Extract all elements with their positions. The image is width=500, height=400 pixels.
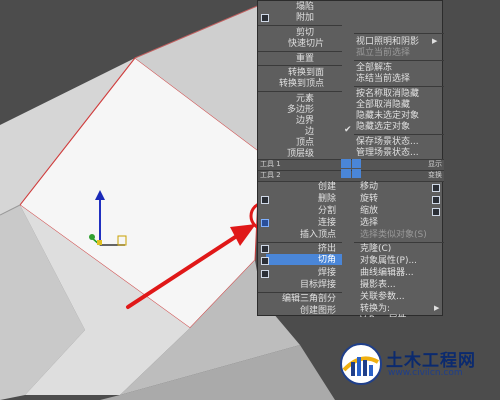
civilcn-logo-icon <box>340 343 382 385</box>
settings-box-icon[interactable] <box>261 245 269 253</box>
settings-box-icon[interactable] <box>261 270 269 278</box>
menu-item-hide-selection[interactable]: 隐藏选定对象 <box>356 121 410 133</box>
menu-separator <box>258 25 342 26</box>
menu-item-convert-to-vertex[interactable]: 转换到顶点 <box>279 78 324 90</box>
menu-separator <box>354 86 444 87</box>
menu-separator <box>258 51 342 52</box>
menu-item-freeze-selection[interactable]: 冻结当前选择 <box>356 73 410 85</box>
submenu-arrow-icon: ▶ <box>434 304 440 312</box>
menu-separator <box>258 91 342 92</box>
quad-title-tools2: 工具 2 <box>260 171 281 179</box>
logo-url: www.civilcn.com <box>388 368 463 378</box>
menu-item-divide[interactable]: 分割 <box>318 205 336 217</box>
quad-top-left: 塌陷 附加 剪切 快速切片 重置 转换到面 转换到顶点 元素 多边形 边界 边 … <box>258 1 352 159</box>
menu-separator <box>354 33 444 34</box>
menu-item-scale[interactable]: 缩放 <box>360 205 378 217</box>
quad-bottom-right: 移动 旋转 缩放 选择 选择类似对象(S) 克隆(C) 对象属性(P)... 曲… <box>354 181 444 317</box>
viewport[interactable]: 塌陷 附加 剪切 快速切片 重置 转换到面 转换到顶点 元素 多边形 边界 边 … <box>0 0 500 400</box>
menu-item-object-properties[interactable]: 对象属性(P)... <box>360 255 417 267</box>
quad-title-display: 显示 <box>428 160 442 168</box>
checkmark-icon: ✔ <box>344 125 352 135</box>
menu-item-clone[interactable]: 克隆(C) <box>360 243 391 255</box>
menu-item-weld[interactable]: 焊接 <box>318 267 336 279</box>
menu-item-move[interactable]: 移动 <box>360 181 378 193</box>
menu-item-create-shape[interactable]: 创建图形 <box>300 305 336 317</box>
menu-separator <box>258 65 342 66</box>
quad-center-selector[interactable] <box>341 169 351 178</box>
menu-item-quickslice[interactable]: 快速切片 <box>288 38 324 50</box>
menu-item-reset[interactable]: 重置 <box>296 53 314 65</box>
menu-item-rotate[interactable]: 旋转 <box>360 193 378 205</box>
menu-item-target-weld[interactable]: 目标焊接 <box>300 279 336 291</box>
quad-menu[interactable]: 塌陷 附加 剪切 快速切片 重置 转换到面 转换到顶点 元素 多边形 边界 边 … <box>257 0 444 317</box>
menu-item-attach[interactable]: 附加 <box>296 12 314 24</box>
watermark-logo: 土木工程网 www.civilcn.com <box>338 342 492 386</box>
quad-top-right: 视口照明和阴影 ▶ 孤立当前选择 全部解冻 冻结当前选择 按名称取消隐藏 全部取… <box>354 1 444 159</box>
menu-item-select-similar[interactable]: 选择类似对象(S) <box>360 229 427 241</box>
menu-item-dope-sheet[interactable]: 摄影表... <box>360 279 396 291</box>
menu-item-connect[interactable]: 连接 <box>318 217 336 229</box>
menu-item-delete[interactable]: 删除 <box>318 193 336 205</box>
menu-item-curve-editor[interactable]: 曲线编辑器... <box>360 267 414 279</box>
settings-box-icon[interactable] <box>261 14 269 22</box>
quad-center-selector[interactable] <box>341 159 351 168</box>
submenu-arrow-icon: ▶ <box>432 37 438 45</box>
quad-title-transform: 变换 <box>428 171 442 179</box>
menu-item-isolate-selection[interactable]: 孤立当前选择 <box>356 47 410 59</box>
settings-box-icon[interactable] <box>432 184 440 192</box>
menu-item-vray-properties[interactable]: V-Ray 属性 <box>360 314 407 317</box>
menu-separator <box>354 134 444 135</box>
connect-settings-icon[interactable] <box>261 219 269 227</box>
menu-item-create[interactable]: 创建 <box>318 181 336 193</box>
menu-item-insert-vertex[interactable]: 插入顶点 <box>300 229 336 241</box>
settings-box-icon[interactable] <box>261 196 269 204</box>
menu-item-chamfer[interactable]: 切角 <box>318 254 336 266</box>
settings-box-icon[interactable] <box>432 196 440 204</box>
settings-box-icon[interactable] <box>261 257 269 265</box>
quad-title-tools1: 工具 1 <box>260 160 281 168</box>
quad-center-selector[interactable] <box>352 169 361 178</box>
settings-box-icon[interactable] <box>432 208 440 216</box>
menu-item-wire-parameters[interactable]: 关联参数... <box>360 291 405 303</box>
menu-item-manage-scene-state[interactable]: 管理场景状态... <box>356 147 419 159</box>
menu-item-select[interactable]: 选择 <box>360 217 378 229</box>
menu-item-edit-triangulation[interactable]: 编辑三角剖分 <box>282 293 336 305</box>
menu-separator <box>354 60 444 61</box>
quad-center-selector[interactable] <box>352 159 361 168</box>
quad-bottom-left: 创建 删除 分割 连接 插入顶点 挤出 切角 焊接 目标焊接 编辑三角剖分 创建… <box>258 181 342 317</box>
